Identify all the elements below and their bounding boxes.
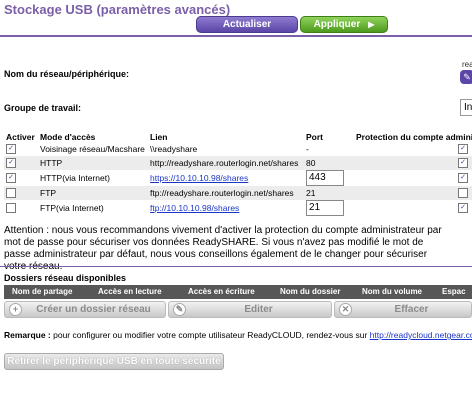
col-header-read-access: Accès en lecture <box>98 287 162 296</box>
col-header-protection: Protection du compte adminis <box>354 131 472 142</box>
delete-folder-label: Effacer <box>394 304 429 315</box>
table-row: FTP ftp://readyshare.routerlogin.net/shar… <box>4 186 472 200</box>
plus-icon: + <box>9 303 22 316</box>
apply-button-label: Appliquer <box>313 19 361 30</box>
protection-cell: ✓ <box>354 170 472 186</box>
port-value: 21 <box>306 188 316 198</box>
create-folder-label: Créer un dossier réseau <box>36 304 151 315</box>
apply-button[interactable]: Appliquer ▶ <box>300 16 388 33</box>
create-folder-button[interactable]: + Créer un dossier réseau <box>4 301 166 318</box>
share-path: \\readyshare <box>150 144 198 154</box>
protection-checkbox[interactable] <box>458 188 468 199</box>
table-row: ✓ Voisinage réseau/Macshare \\readyshare - ✓ <box>4 142 472 156</box>
port-cell: 80 <box>304 156 354 170</box>
link-cell: http://readyshare.routerlogin.net/shares <box>148 156 304 170</box>
remark-label: Remarque : <box>4 330 51 340</box>
enable-cell: ✓ <box>4 142 38 156</box>
col-header-folder-name: Nom du dossier <box>280 287 341 296</box>
pencil-icon: ✎ <box>173 303 186 316</box>
folders-section-title: Dossiers réseau disponibles <box>4 273 127 283</box>
protection-cell: ✓ <box>354 156 472 170</box>
enable-cell: ✓ <box>4 170 38 186</box>
protection-cell <box>354 186 472 200</box>
protection-checkbox[interactable]: ✓ <box>458 173 468 184</box>
port-input[interactable]: 443 <box>306 170 344 186</box>
page-title: Stockage USB (paramètres avancés) <box>4 2 231 17</box>
edit-icon[interactable]: ✎ <box>460 70 472 84</box>
port-value: - <box>306 144 309 154</box>
protection-checkbox[interactable]: ✓ <box>458 203 468 214</box>
port-cell: 443 <box>304 170 354 186</box>
protection-cell: ✓ <box>354 142 472 156</box>
enable-cell: ✓ <box>4 156 38 170</box>
col-header-enable: Activer <box>4 131 38 142</box>
col-header-link: Lien <box>148 131 304 142</box>
table-row: ✓ HTTP http://readyshare.routerlogin.net/s… <box>4 156 472 170</box>
access-mode: HTTP <box>38 156 148 170</box>
port-input[interactable]: 21 <box>306 200 344 216</box>
device-name-value: read <box>462 60 472 69</box>
protection-checkbox[interactable]: ✓ <box>458 144 468 155</box>
port-cell: 21 <box>304 200 354 216</box>
col-header-space: Espac <box>442 287 466 296</box>
delete-folder-button[interactable]: ✕ Effacer <box>334 301 472 318</box>
arrow-right-icon: ▶ <box>368 20 375 29</box>
enable-checkbox[interactable] <box>6 203 16 214</box>
link-cell: https://10.10.10.98/shares <box>148 170 304 186</box>
access-mode: FTP <box>38 186 148 200</box>
link-cell: ftp://readyshare.routerlogin.net/shares <box>148 186 304 200</box>
device-name-label: Nom du réseau/périphérique: <box>4 69 130 79</box>
enable-checkbox[interactable]: ✓ <box>6 144 16 155</box>
table-row: FTP(via Internet) ftp://10.10.10.98/share… <box>4 200 472 216</box>
access-mode: Voisinage réseau/Macshare <box>38 142 148 156</box>
edit-folder-label: Editer <box>244 304 273 315</box>
port-cell: 21 <box>304 186 354 200</box>
workgroup-label: Groupe de travail: <box>4 103 82 113</box>
col-header-port: Port <box>304 131 354 142</box>
share-path: ftp://readyshare.routerlogin.net/shares <box>150 188 294 198</box>
access-mode-table: Activer Mode d'accès Lien Port Protectio… <box>4 131 472 216</box>
col-header-mode: Mode d'accès <box>38 131 148 142</box>
section-divider <box>0 266 472 267</box>
edit-folder-button[interactable]: ✎ Editer <box>168 301 332 318</box>
col-header-write-access: Accès en écriture <box>188 287 255 296</box>
col-header-volume-name: Nom du volume <box>362 287 423 296</box>
share-link[interactable]: https://10.10.10.98/shares <box>150 173 248 183</box>
access-mode: HTTP(via Internet) <box>38 170 148 186</box>
enable-cell <box>4 200 38 216</box>
workgroup-input[interactable]: In <box>460 99 472 116</box>
share-link[interactable]: ftp://10.10.10.98/shares <box>150 203 239 213</box>
header-divider <box>0 35 472 37</box>
protection-checkbox[interactable]: ✓ <box>458 158 468 169</box>
table-header-row: Activer Mode d'accès Lien Port Protectio… <box>4 131 472 142</box>
enable-checkbox[interactable]: ✓ <box>6 158 16 169</box>
table-row: ✓ HTTP(via Internet) https://10.10.10.98/s… <box>4 170 472 186</box>
readycloud-remark: Remarque : pour configurer ou modifier v… <box>4 330 472 340</box>
close-icon: ✕ <box>339 303 352 316</box>
link-cell: ftp://10.10.10.98/shares <box>148 200 304 216</box>
readycloud-link[interactable]: http://readycloud.netgear.com <box>370 330 472 340</box>
eject-usb-button[interactable]: Retirer le périphérique USB en toute séc… <box>4 353 224 370</box>
col-header-share-name: Nom de partage <box>12 287 73 296</box>
remark-text: pour configurer ou modifier votre compte… <box>50 330 370 340</box>
refresh-button[interactable]: Actualiser <box>196 16 298 33</box>
protection-cell: ✓ <box>354 200 472 216</box>
share-path: http://readyshare.routerlogin.net/shares <box>150 158 299 168</box>
enable-cell <box>4 186 38 200</box>
link-cell: \\readyshare <box>148 142 304 156</box>
folders-table-header: Nom de partage Accès en lecture Accès en… <box>4 285 472 299</box>
access-mode: FTP(via Internet) <box>38 200 148 216</box>
port-value: 80 <box>306 158 316 168</box>
enable-checkbox[interactable] <box>6 188 16 199</box>
enable-checkbox[interactable]: ✓ <box>6 173 16 184</box>
port-cell: - <box>304 142 354 156</box>
